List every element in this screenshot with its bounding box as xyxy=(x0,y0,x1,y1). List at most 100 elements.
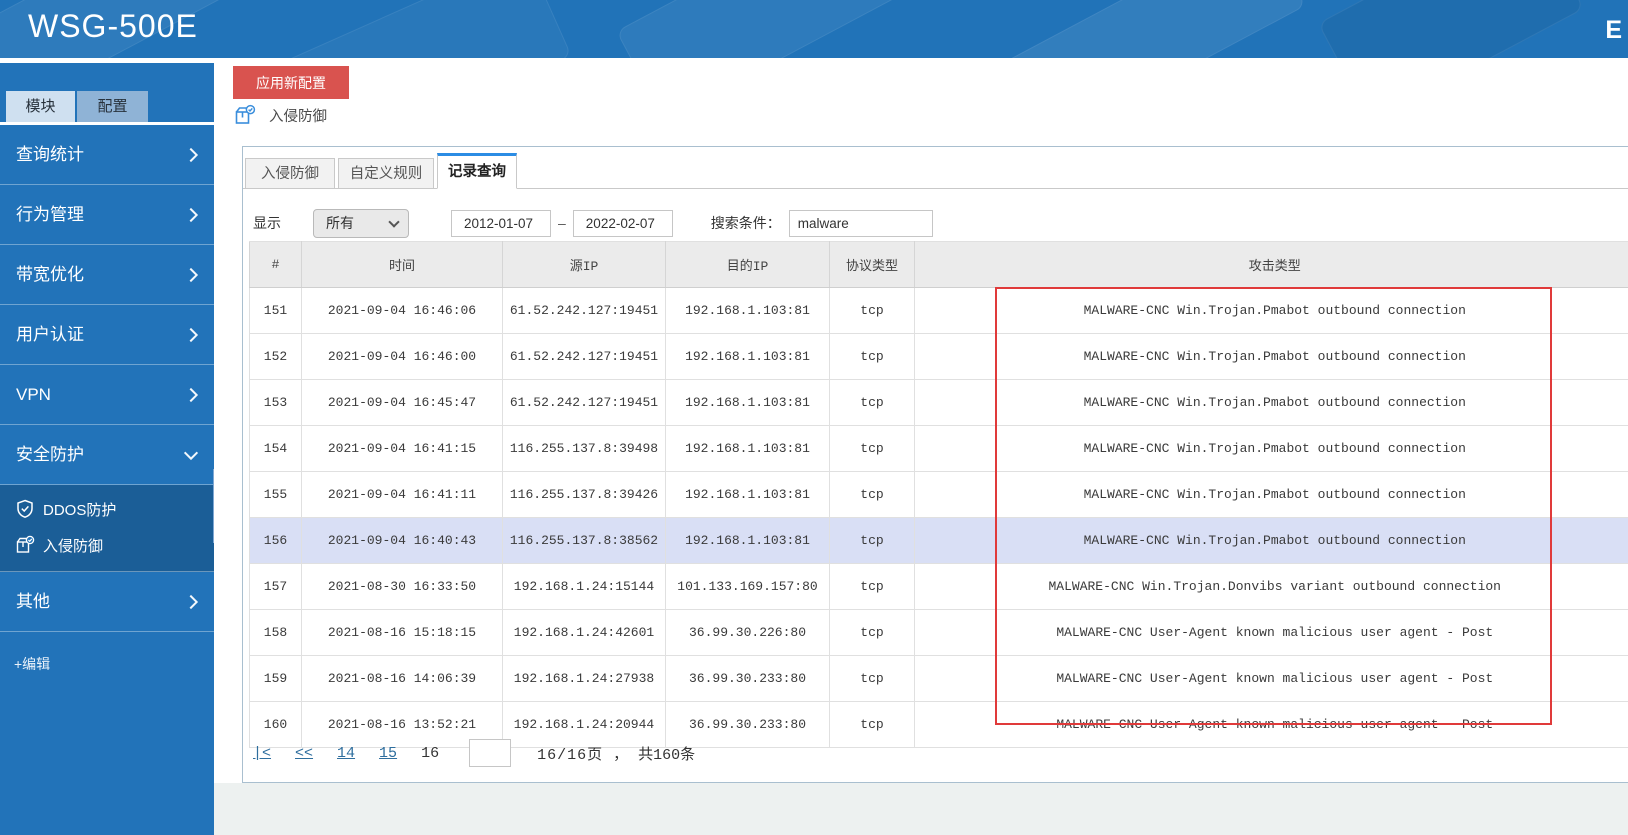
sidebar-item-ddos[interactable]: DDOS防护 xyxy=(0,491,214,527)
content-panel: 入侵防御自定义规则记录查询 显示 所有 – 搜索条件： #时间源IP目的IP协议… xyxy=(242,146,1628,783)
cell-attack-type: MALWARE-CNC Win.Trojan.Pmabot outbound c… xyxy=(914,287,1628,334)
content-tabbar: 入侵防御 自定义规则 记录查询 xyxy=(243,147,1628,189)
cell-attack-type: MALWARE-CNC Win.Trojan.Donvibs variant o… xyxy=(914,563,1628,610)
sidebar-item-label: 其他 xyxy=(16,592,50,611)
sidebar-tab-modules[interactable]: 模块 xyxy=(6,91,75,122)
cell-source-ip: 61.52.242.127:19451 xyxy=(502,333,666,380)
cell-index: 153 xyxy=(249,379,302,426)
date-from-input[interactable] xyxy=(451,209,551,237)
cell-index: 152 xyxy=(249,333,302,380)
table-row[interactable]: 154 2021-09-04 16:41:15 116.255.137.8:3949… xyxy=(249,425,1628,472)
date-range-separator: – xyxy=(558,215,566,231)
first-page-link[interactable]: |< xyxy=(253,745,271,762)
search-label: 搜索条件： xyxy=(710,215,781,231)
cell-protocol: tcp xyxy=(829,287,915,334)
cell-index: 154 xyxy=(249,425,302,472)
cell-time: 2021-08-16 14:06:39 xyxy=(301,655,503,702)
sidebar-nav-bottom: 其他 xyxy=(0,572,214,632)
sidebar-item-intrusion-prevention[interactable]: 入侵防御 xyxy=(0,527,214,563)
chevron-right-icon xyxy=(183,207,199,222)
display-label: 显示 xyxy=(253,215,281,231)
cell-protocol: tcp xyxy=(829,425,915,472)
cell-attack-type: MALWARE-CNC Win.Trojan.Pmabot outbound c… xyxy=(914,517,1628,564)
cell-index: 158 xyxy=(249,609,302,656)
sidebar-item-label: 查询统计 xyxy=(16,145,84,164)
content-tab[interactable]: 自定义规则 xyxy=(338,158,434,188)
cell-attack-type: MALWARE-CNC Win.Trojan.Pmabot outbound c… xyxy=(914,471,1628,518)
table-row[interactable]: 151 2021-09-04 16:46:06 61.52.242.127:1945… xyxy=(249,287,1628,334)
sidebar-item[interactable]: 带宽优化 xyxy=(0,245,214,305)
table-row[interactable]: 158 2021-08-16 15:18:15 192.168.1.24:42601… xyxy=(249,609,1628,656)
cell-index: 157 xyxy=(249,563,302,610)
sidebar: 模块 配置 查询统计行为管理带宽优化用户认证 VPN 安全防护 DDOS防护 入侵防… xyxy=(0,63,214,835)
cell-time: 2021-09-04 16:46:00 xyxy=(301,333,503,380)
cell-time: 2021-08-16 15:18:15 xyxy=(301,609,503,656)
chevron-right-icon xyxy=(183,267,199,282)
header-right-text: E xyxy=(1605,16,1622,44)
cell-attack-type: MALWARE-CNC Win.Trojan.Pmabot outbound c… xyxy=(914,425,1628,472)
page-link[interactable]: 14 xyxy=(337,745,355,762)
table-row[interactable]: 153 2021-09-04 16:45:47 61.52.242.127:1945… xyxy=(249,379,1628,426)
cell-source-ip: 192.168.1.24:15144 xyxy=(502,563,666,610)
prev-page-link[interactable]: << xyxy=(295,745,313,762)
cell-time: 2021-09-04 16:40:43 xyxy=(301,517,503,564)
sidebar-item[interactable]: 安全防护 xyxy=(0,425,214,485)
footer-strip xyxy=(214,783,1628,835)
chevron-right-icon xyxy=(183,327,199,342)
column-header: 协议类型 xyxy=(829,241,915,288)
chevron-right-icon xyxy=(183,147,199,162)
cell-time: 2021-09-04 16:41:11 xyxy=(301,471,503,518)
cell-attack-type: MALWARE-CNC User-Agent known malicious u… xyxy=(914,609,1628,656)
cell-index: 159 xyxy=(249,655,302,702)
sidebar-item-label: 入侵防御 xyxy=(43,537,104,555)
sidebar-item[interactable]: VPN xyxy=(0,365,214,425)
table-row[interactable]: 157 2021-08-30 16:33:50 192.168.1.24:15144… xyxy=(249,563,1628,610)
cell-source-ip: 192.168.1.24:42601 xyxy=(502,609,666,656)
cell-dest-ip: 101.133.169.157:80 xyxy=(665,563,830,610)
sidebar-item-label: 带宽优化 xyxy=(16,265,84,284)
breadcrumb: 入侵防御 xyxy=(234,104,327,126)
cell-dest-ip: 36.99.30.233:80 xyxy=(665,655,830,702)
cell-protocol: tcp xyxy=(829,609,915,656)
cell-dest-ip: 192.168.1.103:81 xyxy=(665,471,830,518)
apply-config-button[interactable]: 应用新配置 xyxy=(233,66,349,99)
display-select[interactable]: 所有 xyxy=(313,208,409,238)
column-header: 目的IP xyxy=(665,241,830,288)
cell-index: 155 xyxy=(249,471,302,518)
box-check-icon xyxy=(235,104,256,124)
sidebar-item[interactable]: 其他 xyxy=(0,572,214,632)
cell-source-ip: 116.255.137.8:39498 xyxy=(502,425,666,472)
content-tab[interactable]: 入侵防御 xyxy=(245,158,335,188)
search-input[interactable] xyxy=(788,209,933,237)
table-row[interactable]: 156 2021-09-04 16:40:43 116.255.137.8:3856… xyxy=(249,517,1628,564)
chevron-down-icon xyxy=(183,445,199,460)
records-table: # 时间 源IP 目的IP 协议类型 攻击类型 151 2021-09-04 16:46:0… xyxy=(249,241,1628,748)
sidebar-item-label: 行为管理 xyxy=(16,205,84,224)
breadcrumb-label: 入侵防御 xyxy=(269,108,327,125)
sidebar-tab-config[interactable]: 配置 xyxy=(77,91,148,122)
cell-protocol: tcp xyxy=(829,333,915,380)
page-link[interactable]: 15 xyxy=(379,745,397,762)
filter-row: 显示 所有 – 搜索条件： xyxy=(253,208,933,238)
cell-protocol: tcp xyxy=(829,379,915,426)
sidebar-item[interactable]: 行为管理 xyxy=(0,185,214,245)
box-check-icon xyxy=(16,535,35,553)
cell-dest-ip: 192.168.1.103:81 xyxy=(665,517,830,564)
cell-attack-type: MALWARE-CNC User-Agent known malicious u… xyxy=(914,701,1628,748)
page-info-separator: ， xyxy=(613,746,629,764)
table-row[interactable]: 155 2021-09-04 16:41:11 116.255.137.8:3942… xyxy=(249,471,1628,518)
sidebar-edit-link[interactable]: +编辑 xyxy=(14,654,214,674)
table-row[interactable]: 159 2021-08-16 14:06:39 192.168.1.24:27938… xyxy=(249,655,1628,702)
cell-protocol: tcp xyxy=(829,471,915,518)
app-header: WSG-500E E xyxy=(0,0,1628,58)
sidebar-item[interactable]: 查询统计 xyxy=(0,125,214,185)
cell-dest-ip: 192.168.1.103:81 xyxy=(665,333,830,380)
sidebar-item-label: DDOS防护 xyxy=(43,501,117,519)
cell-attack-type: MALWARE-CNC Win.Trojan.Pmabot outbound c… xyxy=(914,333,1628,380)
content-tab[interactable]: 记录查询 xyxy=(437,153,517,189)
date-to-input[interactable] xyxy=(572,209,673,237)
sidebar-item[interactable]: 用户认证 xyxy=(0,305,214,365)
page-number-input[interactable] xyxy=(469,739,512,767)
cell-time: 2021-09-04 16:46:06 xyxy=(301,287,503,334)
table-row[interactable]: 152 2021-09-04 16:46:00 61.52.242.127:1945… xyxy=(249,333,1628,380)
